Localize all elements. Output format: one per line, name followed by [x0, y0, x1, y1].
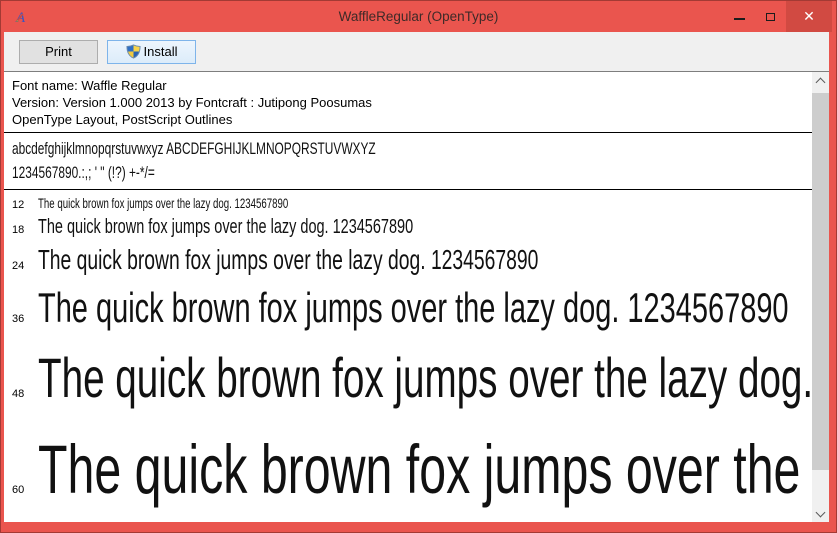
scroll-down-arrow-icon	[815, 507, 826, 517]
sample-row: 12 The quick brown fox jumps over the laz…	[4, 195, 812, 214]
sample-text: The quick brown fox jumps over the lazy …	[38, 347, 812, 409]
scroll-up-button[interactable]	[812, 72, 829, 89]
sample-text: The quick brown fox jumps over the lazy …	[38, 431, 812, 508]
sample-row: 36 The quick brown fox jumps over the laz…	[4, 283, 812, 345]
sample-size-label: 48	[12, 388, 25, 400]
maximize-button[interactable]	[755, 1, 786, 32]
sample-size-label: 36	[12, 313, 25, 325]
sample-size-label: 18	[12, 224, 25, 236]
font-name-line: Font name: Waffle Regular	[12, 78, 167, 93]
close-icon: ✕	[803, 8, 815, 25]
scrollbar-thumb[interactable]	[812, 93, 829, 470]
minimize-button[interactable]	[724, 1, 755, 32]
minimize-icon	[734, 18, 745, 20]
install-button-label: Install	[143, 44, 178, 59]
charset-preview: abcdefghijklmnopqrstuvwxyz ABCDEFGHIJKLM…	[4, 133, 812, 186]
sample-rows: 12 The quick brown fox jumps over the laz…	[4, 190, 812, 522]
window-controls: ✕	[724, 1, 832, 32]
uac-shield-icon	[125, 44, 141, 59]
sample-text: The quick brown fox jumps over the lazy …	[38, 285, 789, 331]
charset-numerals: 1234567890.:,; ' " (!?) +-*/=	[12, 163, 155, 182]
sample-text: The quick brown fox jumps over the lazy …	[38, 196, 289, 211]
font-preview-area: Font name: Waffle Regular Version: Versi…	[4, 72, 812, 522]
print-button[interactable]: Print	[19, 39, 98, 64]
titlebar: A WaffleRegular (OpenType) ✕	[1, 1, 836, 32]
sample-row: 48 The quick brown fox jumps over the laz…	[4, 345, 812, 428]
close-button[interactable]: ✕	[786, 1, 832, 32]
toolbar: Print Install	[4, 32, 829, 72]
charset-letters: abcdefghijklmnopqrstuvwxyz ABCDEFGHIJKLM…	[12, 139, 376, 158]
sample-text: The quick brown fox jumps over the lazy …	[38, 244, 539, 275]
maximize-icon	[766, 12, 775, 21]
font-outline-line: OpenType Layout, PostScript Outlines	[12, 112, 233, 127]
font-info: Font name: Waffle Regular Version: Versi…	[4, 72, 812, 129]
sample-size-label: 24	[12, 260, 25, 272]
window-body: Print Install Font name: Waffle Regular …	[4, 32, 829, 522]
sample-row: 24 The quick brown fox jumps over the laz…	[4, 243, 812, 283]
scroll-up-arrow-icon	[815, 77, 826, 87]
sample-size-label: 12	[12, 199, 25, 211]
font-version-line: Version: Version 1.000 2013 by Fontcraft…	[12, 95, 372, 110]
font-viewer-app-icon: A	[14, 8, 31, 26]
sample-text: The quick brown fox jumps over the lazy …	[38, 215, 414, 238]
sample-size-label: 60	[12, 484, 25, 496]
install-button[interactable]: Install	[107, 39, 196, 64]
vertical-scrollbar[interactable]	[812, 72, 829, 522]
window-title: WaffleRegular (OpenType)	[338, 9, 499, 24]
font-viewer-window: A WaffleRegular (OpenType) ✕ Print Insta…	[0, 0, 837, 533]
sample-row: 60 The quick brown fox jumps over the laz…	[4, 428, 812, 522]
scroll-down-button[interactable]	[812, 505, 829, 522]
sample-row: 18 The quick brown fox jumps over the laz…	[4, 214, 812, 243]
